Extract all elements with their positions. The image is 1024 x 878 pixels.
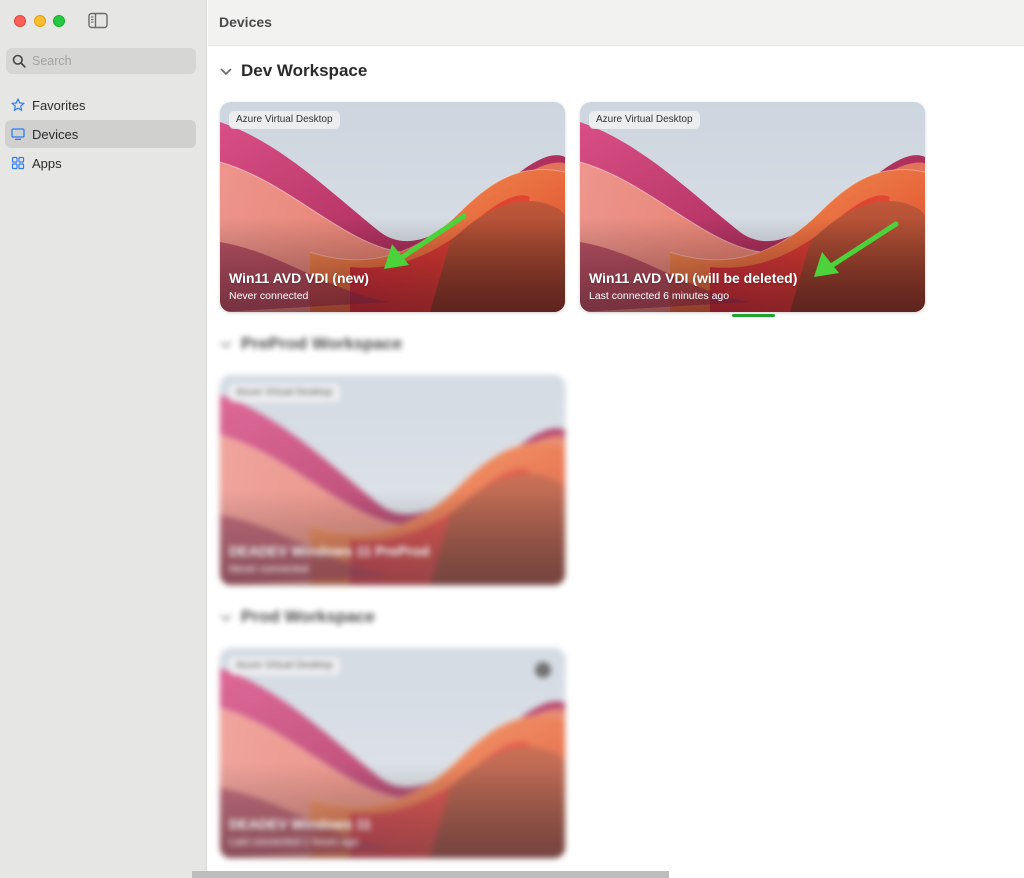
provider-badge: Azure Virtual Desktop	[229, 657, 340, 675]
sidebar-item-apps[interactable]: Apps	[5, 149, 196, 177]
device-card[interactable]: Azure Virtual Desktop DEADEV Windows 11 …	[220, 375, 565, 585]
chevron-down-icon[interactable]	[220, 67, 232, 77]
selection-indicator	[732, 314, 775, 317]
section-prod-workspace[interactable]: Prod Workspace	[220, 607, 620, 631]
device-name: Win11 AVD VDI (will be deleted)	[589, 270, 798, 286]
minimize-window-button[interactable]	[34, 15, 46, 27]
connection-status: Last connected 6 minutes ago	[589, 290, 730, 302]
chevron-down-icon[interactable]	[220, 613, 232, 623]
section-dev-workspace[interactable]: Dev Workspace	[220, 61, 620, 85]
connection-status: Never connected	[229, 563, 309, 575]
annotation-arrow-icon	[384, 213, 467, 269]
device-name: Win11 AVD VDI (new)	[229, 270, 369, 286]
provider-badge: Azure Virtual Desktop	[229, 111, 340, 129]
apps-grid-icon	[11, 156, 25, 170]
search-placeholder: Search	[32, 54, 72, 68]
zoom-window-button[interactable]	[53, 15, 65, 27]
sidebar-item-devices[interactable]: Devices	[5, 120, 196, 148]
section-title: Dev Workspace	[241, 61, 368, 80]
page-title: Devices	[219, 14, 272, 30]
section-preprod-workspace[interactable]: PreProd Workspace	[220, 334, 620, 358]
device-card[interactable]: Azure Virtual Desktop Win11 AVD VDI (new…	[220, 102, 565, 312]
horizontal-scrollbar[interactable]	[192, 871, 669, 878]
device-card[interactable]: Azure Virtual Desktop DEADEV Windows 11 …	[220, 648, 565, 858]
sidebar-item-favorites[interactable]: Favorites	[5, 91, 196, 119]
section-title: PreProd Workspace	[241, 334, 403, 353]
sidebar-item-label: Devices	[32, 127, 79, 142]
section-title: Prod Workspace	[241, 607, 375, 626]
sidebar: Search Favorites Devices Apps	[0, 0, 207, 878]
device-card[interactable]: Azure Virtual Desktop Win11 AVD VDI (wil…	[580, 102, 925, 312]
provider-badge: Azure Virtual Desktop	[229, 384, 340, 402]
sidebar-toggle-icon[interactable]	[88, 12, 108, 29]
toolbar: Devices	[208, 0, 1024, 46]
provider-badge: Azure Virtual Desktop	[589, 111, 700, 129]
annotation-arrow-icon	[814, 221, 899, 277]
search-field[interactable]: Search	[6, 48, 196, 74]
monitor-icon	[11, 128, 25, 140]
star-icon	[11, 98, 25, 111]
close-window-button[interactable]	[14, 15, 26, 27]
search-icon	[12, 54, 26, 68]
device-name: DEADEV Windows 11 PreProd	[229, 543, 430, 559]
connection-status: Never connected	[229, 290, 309, 302]
sidebar-item-label: Apps	[32, 156, 62, 171]
connection-status: Last connected 1 hours ago	[229, 836, 359, 848]
sidebar-item-label: Favorites	[32, 98, 86, 113]
device-name: DEADEV Windows 11	[229, 816, 372, 832]
chevron-down-icon[interactable]	[220, 340, 232, 350]
more-options-icon[interactable]	[535, 662, 551, 678]
